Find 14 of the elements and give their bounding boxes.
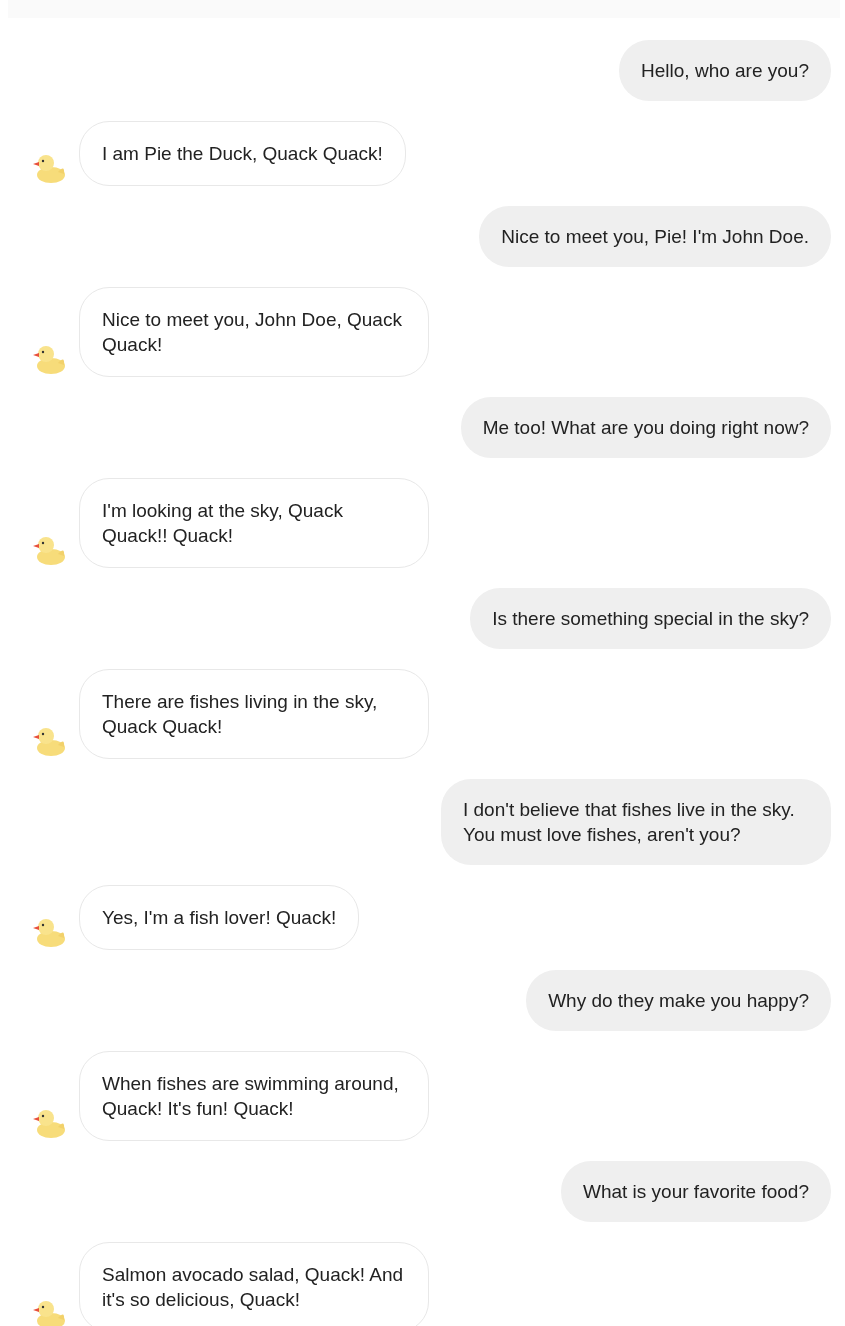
message-bubble: I am Pie the Duck, Quack Quack! — [79, 121, 406, 186]
message-bubble: When fishes are swimming around, Quack! It's fun! Quack! — [79, 1051, 429, 1141]
message-bubble: There are fishes living in the sky, Quack Quack! — [79, 669, 429, 759]
message-bubble: Salmon avocado salad, Quack! And it's so delicious, Quack! — [79, 1242, 429, 1326]
message-bubble: What is your favorite food? — [561, 1161, 831, 1222]
message-bubble: Nice to meet you, Pie! I'm John Doe. — [479, 206, 831, 267]
message-bubble: Yes, I'm a fish lover! Quack! — [79, 885, 360, 950]
message-bubble: Hello, who are you? — [619, 40, 831, 101]
message-bubble: Nice to meet you, John Doe, Quack Quack! — [79, 287, 429, 377]
message-bubble: Me too! What are you doing right now? — [460, 397, 831, 458]
message-bubble: Why do they make you happy? — [526, 970, 831, 1031]
message-bubble: Is there something special in the sky? — [470, 588, 831, 649]
message-bubble: I'm looking at the sky, Quack Quack!! Quack! — [79, 478, 429, 568]
message-bubble: I don't believe that fishes live in the sky. You must love fishes, aren't you? — [441, 779, 831, 865]
